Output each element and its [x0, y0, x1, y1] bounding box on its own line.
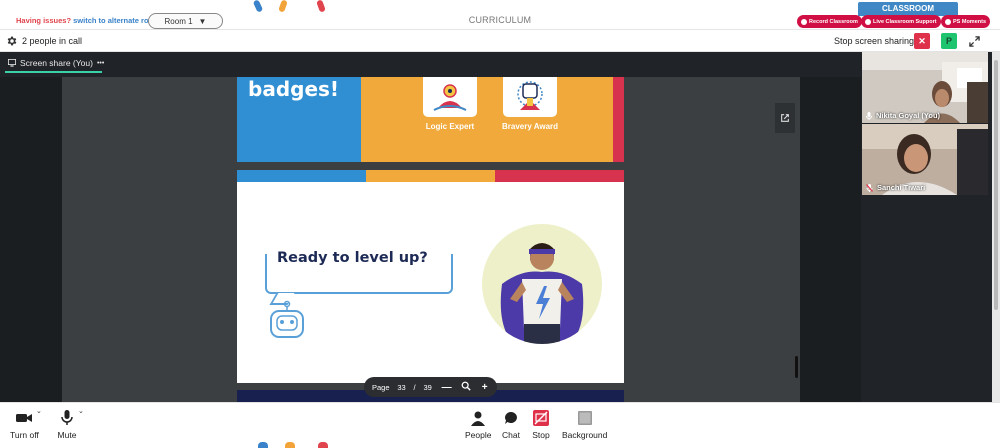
logo-swoosh-red: [316, 0, 326, 13]
robot-icon: [270, 300, 304, 338]
zoom-out-button[interactable]: —: [440, 382, 454, 393]
page-separator: /: [413, 382, 416, 392]
screen-share-label: Screen share (You): [20, 58, 93, 68]
superhero-illustration: [500, 243, 584, 344]
fullscreen-button[interactable]: [966, 33, 982, 49]
expand-icon: [968, 35, 980, 47]
support-icon: [865, 18, 871, 25]
participant-tile-sanchi[interactable]: Sanchi Tiwari: [862, 124, 988, 195]
gear-icon[interactable]: [6, 35, 18, 47]
more-options-icon[interactable]: •••: [97, 60, 104, 67]
bravery-award-badge: [503, 77, 557, 117]
page-label: Page: [372, 382, 390, 392]
chat-button[interactable]: Chat: [501, 409, 521, 440]
page-controls: Page 33 / 39 — +: [364, 377, 497, 397]
slide-stripe-orange: [366, 170, 495, 182]
slide-badges: badges! Logic Expert Bravery Award: [237, 77, 624, 162]
participant-tile-nikita[interactable]: Nikita Goyal (You): [862, 52, 988, 123]
mic-button-label: Mute: [57, 430, 77, 440]
presentation-scrollbar[interactable]: [795, 356, 798, 378]
people-button[interactable]: People: [465, 409, 491, 440]
top-header: Having issues? switch to alternate room …: [0, 0, 1000, 30]
ps-moments-label: PS Moments: [953, 18, 987, 25]
page-scrollbar[interactable]: [992, 52, 1000, 402]
total-pages: 39: [423, 382, 432, 392]
moments-icon: [945, 18, 951, 25]
mic-button[interactable]: Mute: [57, 409, 77, 440]
background-button[interactable]: Background: [562, 409, 607, 440]
stop-sharing-close-button[interactable]: ✕: [914, 33, 930, 49]
video-camera-icon: [16, 414, 33, 422]
close-icon: ✕: [918, 35, 926, 46]
stop-share-button[interactable]: Stop: [531, 409, 551, 440]
record-classroom-button[interactable]: Record Classroom: [797, 15, 862, 28]
camera-button[interactable]: Turn off: [10, 409, 39, 440]
background-button-label: Background: [562, 430, 608, 440]
stop-share-label: Stop: [532, 430, 550, 440]
current-page-input[interactable]: 33: [395, 383, 409, 392]
magnifier-icon: [461, 381, 471, 391]
live-support-label: Live Classroom Support: [873, 18, 937, 25]
participant-label: Sanchi Tiwari: [877, 183, 926, 192]
person-icon: [471, 411, 486, 426]
open-external-icon: [781, 114, 789, 122]
active-tab-indicator: [5, 71, 102, 73]
slide-red-edge: [613, 77, 624, 162]
zoom-button[interactable]: [459, 381, 473, 394]
mic-icon: [866, 111, 872, 120]
logo-swoosh-orange: [278, 0, 288, 13]
meditation-badge-icon: [433, 84, 467, 111]
participant-name-sanchi: Sanchi Tiwari: [866, 183, 925, 192]
screen-icon: [8, 59, 16, 67]
zoom-in-button[interactable]: +: [478, 382, 492, 393]
people-count: 2 people in call: [22, 36, 83, 46]
mic-options-chevron-icon[interactable]: ⌄: [78, 407, 84, 415]
logic-expert-label: Logic Expert: [425, 122, 475, 131]
logo-swoosh-red-bottom: [318, 442, 328, 448]
slide-stripe-blue: [237, 170, 366, 182]
logic-expert-badge: [423, 77, 477, 117]
superhero-kid-image: [482, 224, 602, 344]
live-support-button[interactable]: Live Classroom Support: [861, 15, 941, 28]
classroom-tab[interactable]: CLASSROOM: [858, 2, 958, 16]
bravery-award-label: Bravery Award: [501, 122, 559, 131]
ps-moments-button[interactable]: PS Moments: [941, 15, 991, 28]
slide-ready: Ready to level up?: [237, 170, 624, 383]
p-button[interactable]: P: [941, 33, 957, 49]
ready-heading: Ready to level up?: [277, 250, 428, 266]
stop-screen-sharing-label: Stop screen sharing: [834, 36, 915, 46]
stop-screen-share-icon: [533, 410, 549, 426]
slide-stripe-red: [495, 170, 624, 182]
slide-blue-panel: badges!: [237, 77, 361, 162]
chat-button-label: Chat: [502, 430, 520, 440]
bottom-toolbar: Turn off ⌄ Mute ⌄ People Chat Stop Backg…: [0, 402, 1000, 448]
camera-button-label: Turn off: [10, 430, 39, 440]
record-classroom-label: Record Classroom: [809, 18, 858, 25]
background-icon: [577, 411, 592, 425]
logo-swoosh-blue: [252, 0, 264, 13]
people-button-label: People: [465, 430, 492, 440]
participant-name-nikita: Nikita Goyal (You): [866, 111, 940, 120]
page-scrollbar-thumb[interactable]: [994, 60, 998, 310]
popout-button[interactable]: [775, 103, 795, 133]
mic-off-icon: [866, 183, 873, 192]
camera-options-chevron-icon[interactable]: ⌄: [36, 407, 42, 415]
badges-heading: badges!: [248, 77, 340, 101]
screen-share-tab[interactable]: Screen share (You) •••: [8, 58, 104, 68]
chat-bubble-icon: [505, 412, 517, 424]
logo-swoosh-orange-bottom: [285, 442, 295, 448]
call-info-bar: 2 people in call Stop screen sharing ✕ P: [0, 30, 1000, 52]
fist-badge-icon: [517, 81, 543, 110]
microphone-icon: [61, 410, 73, 425]
record-icon: [801, 18, 807, 25]
participant-label: Nikita Goyal (You): [876, 111, 941, 120]
logo-swoosh-blue-bottom: [258, 442, 268, 448]
